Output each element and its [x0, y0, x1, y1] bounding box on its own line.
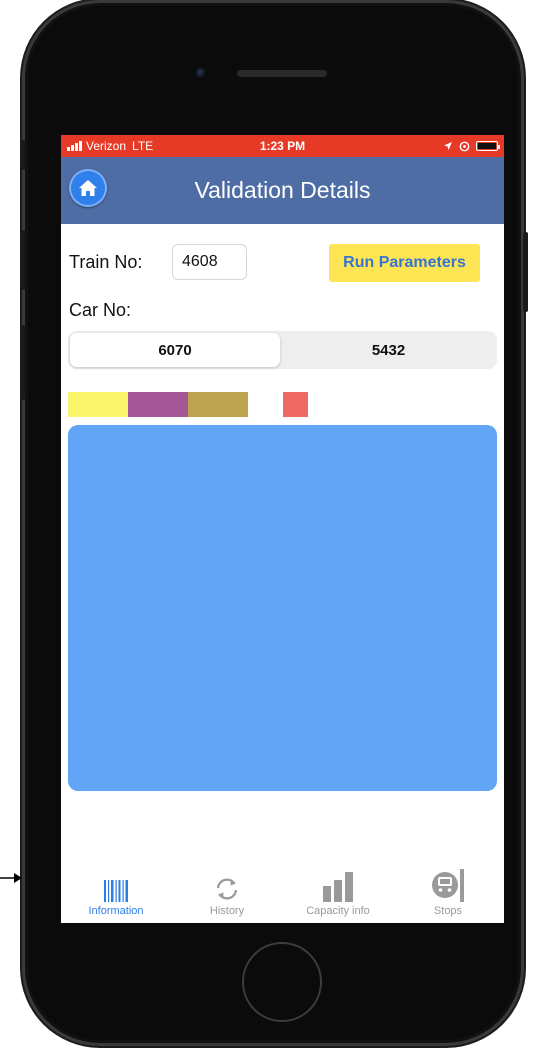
home-button[interactable] [242, 942, 322, 1022]
earpiece-speaker [237, 70, 327, 77]
train-number-label: Train No: [69, 252, 143, 272]
tab-label: Capacity info [306, 905, 370, 917]
mute-switch [20, 140, 25, 170]
car-number-selector: 6070 5432 [68, 331, 497, 369]
tab-stops[interactable]: Stops [408, 868, 488, 923]
status-bar: Verizon LTE 1:23 PM [61, 135, 504, 157]
battery-icon [476, 141, 500, 151]
train-icon [432, 869, 464, 902]
color-swatch [68, 392, 128, 417]
power-button [523, 232, 528, 312]
tab-history[interactable]: History [187, 868, 267, 923]
bar-chart-icon [323, 872, 353, 902]
volume-down-button [20, 325, 25, 400]
color-legend [68, 392, 368, 417]
car-number-label: Car No: [69, 300, 132, 320]
color-swatch [188, 392, 248, 417]
page-title: Validation Details [194, 177, 371, 203]
tab-label: Information [88, 905, 144, 917]
train-row: Train No: 4608 Run Parameters [61, 242, 504, 282]
app-screen: Verizon LTE 1:23 PM Validation Details T… [61, 135, 504, 923]
car-segment-5432[interactable]: 5432 [282, 333, 495, 367]
car-segment-6070[interactable]: 6070 [70, 333, 280, 367]
home-icon [79, 180, 97, 196]
status-time: 1:23 PM [259, 139, 306, 153]
pointer-arrow-icon [0, 873, 22, 883]
volume-up-button [20, 230, 25, 290]
color-swatch [128, 392, 188, 417]
tab-label: History [209, 905, 245, 917]
tab-bar: Information History Capacity info Stops [61, 868, 504, 923]
navigation-bar: Validation Details [61, 157, 504, 224]
front-camera [196, 68, 206, 78]
train-number-input[interactable]: 4608 [172, 244, 247, 280]
color-swatch [283, 392, 308, 417]
refresh-icon [216, 878, 238, 900]
tab-capacity-info[interactable]: Capacity info [298, 868, 378, 923]
run-parameters-button[interactable]: Run Parameters [329, 244, 480, 282]
tab-information[interactable]: Information [76, 868, 156, 923]
barcode-icon [104, 880, 128, 902]
home-nav-button[interactable] [69, 169, 107, 207]
car-visualization-panel [68, 425, 497, 791]
tab-label: Stops [433, 905, 463, 917]
